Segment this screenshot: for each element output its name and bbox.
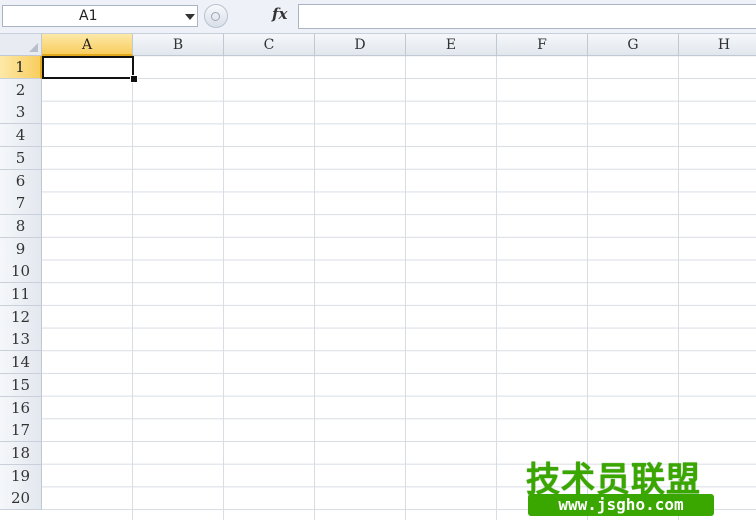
- column-header-f[interactable]: F: [497, 34, 588, 56]
- row-header-9[interactable]: 9: [0, 237, 42, 261]
- row-header-15[interactable]: 15: [0, 373, 42, 397]
- row-header-19[interactable]: 19: [0, 464, 42, 488]
- name-box-value: A1: [79, 8, 98, 24]
- row-header-13[interactable]: 13: [0, 328, 42, 352]
- row-header-8[interactable]: 8: [0, 214, 42, 238]
- row-header-3[interactable]: 3: [0, 101, 42, 125]
- row-header-20[interactable]: 20: [0, 487, 42, 511]
- row-header-12[interactable]: 12: [0, 305, 42, 329]
- row-header-18[interactable]: 18: [0, 441, 42, 465]
- row-header-16[interactable]: 16: [0, 396, 42, 420]
- column-header-a[interactable]: A: [42, 34, 133, 56]
- fill-handle[interactable]: [130, 75, 138, 83]
- active-cell-a1[interactable]: [42, 56, 134, 79]
- row-header-2[interactable]: 2: [0, 78, 42, 102]
- row-header-6[interactable]: 6: [0, 169, 42, 193]
- resize-grip-icon[interactable]: [204, 4, 228, 28]
- row-header-11[interactable]: 11: [0, 283, 42, 306]
- formula-input[interactable]: [298, 4, 756, 29]
- insert-function-button[interactable]: fx: [272, 5, 287, 23]
- column-headers: ABCDEFGH: [42, 34, 756, 56]
- row-header-14[interactable]: 14: [0, 351, 42, 375]
- column-header-b[interactable]: B: [133, 34, 224, 56]
- column-header-d[interactable]: D: [315, 34, 406, 56]
- row-header-4[interactable]: 4: [0, 124, 42, 148]
- name-box[interactable]: A1: [2, 5, 198, 27]
- column-header-e[interactable]: E: [406, 34, 497, 56]
- row-header-17[interactable]: 17: [0, 419, 42, 443]
- select-all-button[interactable]: [0, 34, 42, 56]
- row-header-10[interactable]: 10: [0, 260, 42, 284]
- select-all-icon: [29, 43, 38, 52]
- row-header-1[interactable]: 1: [0, 56, 42, 79]
- chevron-down-icon[interactable]: [185, 14, 195, 20]
- cell-grid[interactable]: [42, 56, 756, 520]
- formula-bar: A1 fx: [0, 0, 756, 34]
- row-header-5[interactable]: 5: [0, 146, 42, 170]
- watermark-logo: 技术员联盟 www.jsgho.com: [526, 452, 716, 520]
- watermark-url: www.jsgho.com: [528, 494, 714, 516]
- row-header-7[interactable]: 7: [0, 192, 42, 216]
- column-header-g[interactable]: G: [588, 34, 679, 56]
- column-header-h[interactable]: H: [679, 34, 756, 56]
- column-header-c[interactable]: C: [224, 34, 315, 56]
- formula-controls: fx: [200, 4, 298, 28]
